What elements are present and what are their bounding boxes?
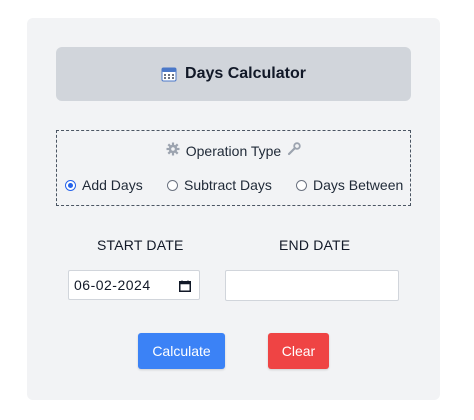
radio-days-between-label[interactable]: Days Between [313, 177, 403, 193]
radio-subtract-days-label[interactable]: Subtract Days [184, 177, 272, 193]
radio-days-between-circle[interactable] [296, 179, 307, 191]
radio-subtract-days-circle[interactable] [167, 179, 178, 191]
end-date-label: END DATE [279, 237, 351, 253]
radio-days-between[interactable]: Days Between [296, 177, 403, 193]
radio-add-days-label[interactable]: Add Days [82, 177, 143, 193]
wrench-icon [287, 142, 301, 159]
operation-type-label: Operation Type [185, 142, 282, 159]
start-date-value: 06-02-2024 [74, 277, 151, 293]
gear-icon [166, 142, 180, 159]
radio-add-days[interactable]: Add Days [65, 177, 143, 193]
calendar-icon [161, 66, 177, 82]
radio-subtract-days[interactable]: Subtract Days [167, 177, 272, 193]
start-date-input[interactable]: 06-02-2024 [68, 270, 200, 300]
calendar-picker-icon[interactable] [179, 279, 191, 292]
end-date-input[interactable] [225, 270, 399, 301]
clear-button[interactable]: Clear [268, 333, 329, 369]
radio-add-days-circle[interactable] [65, 179, 76, 191]
header-banner: Days Calculator [56, 47, 411, 101]
calculate-button[interactable]: Calculate [138, 333, 225, 369]
operation-type-legend: Operation Type [57, 142, 410, 159]
calculator-card: Days Calculator Operation Type Add Days … [27, 18, 440, 400]
operation-type-fieldset: Operation Type Add Days Subtract Days Da… [56, 130, 411, 206]
page-title: Days Calculator [185, 65, 306, 82]
start-date-label: START DATE [97, 237, 184, 253]
